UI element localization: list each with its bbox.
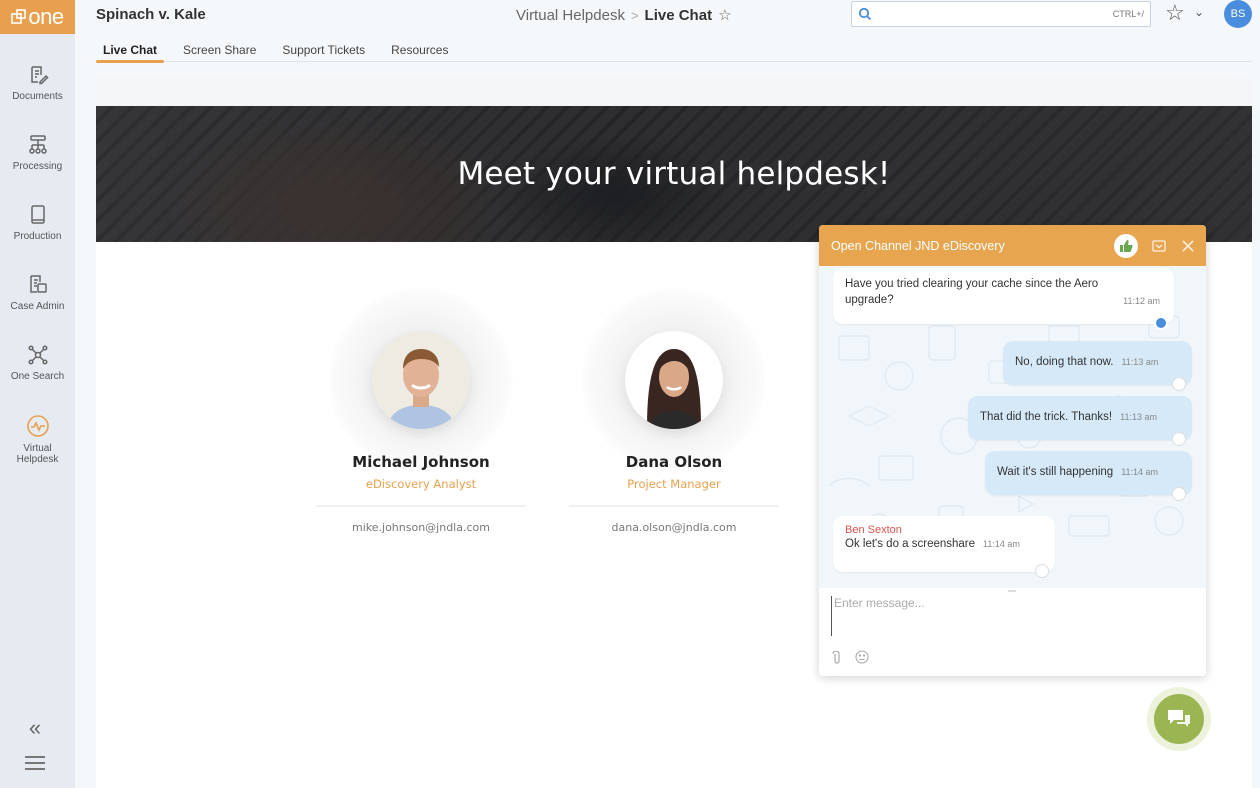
sidebar-item-virtual-helpdesk[interactable]: Virtual Helpdesk (0, 414, 75, 465)
person-name: Michael Johnson (352, 453, 490, 471)
message-text: That did the trick. Thanks! (980, 411, 1113, 423)
person-card: Michael Johnson eDiscovery Analyst mike.… (316, 288, 526, 534)
content-toolbar-spacer (96, 78, 1252, 106)
read-receipt-icon (1172, 487, 1186, 501)
sidebar-item-one-search[interactable]: One Search (0, 344, 75, 382)
emoji-icon[interactable] (855, 650, 869, 669)
avatar-halo (329, 288, 513, 472)
chat-composer (819, 588, 1206, 676)
person-photo (625, 331, 723, 429)
sidebar: one Documents Processing Production Case… (0, 0, 75, 788)
tab-resources[interactable]: Resources (384, 38, 455, 62)
chat-title: Open Channel JND eDiscovery (831, 238, 1005, 253)
search-icon (858, 7, 872, 21)
processing-tree-icon (28, 135, 47, 154)
person-role: Project Manager (627, 477, 721, 491)
search-shortcut-hint: CTRL+/ (1112, 9, 1144, 19)
message-time: 11:13 am (1121, 357, 1159, 367)
message-text: No, doing that now. (1015, 356, 1114, 368)
person-card: Dana Olson Project Manager dana.olson@jn… (569, 288, 779, 534)
chevron-right-icon: > (630, 7, 639, 23)
app-logo[interactable]: one (0, 0, 75, 34)
sidebar-item-case-admin[interactable]: Case Admin (0, 274, 75, 312)
close-icon (1182, 239, 1194, 252)
message-text: Ok let's do a screenshare (845, 538, 976, 550)
message-time: 11:13 am (1120, 412, 1157, 422)
chat-message: Have you tried clearing your cache since… (833, 268, 1174, 330)
favorite-star-icon[interactable]: ☆ (718, 6, 731, 24)
sidebar-item-label: Case Admin (10, 301, 65, 312)
open-chat-button[interactable] (1147, 687, 1211, 751)
attachment-icon[interactable] (832, 650, 842, 670)
thumbs-up-icon (1120, 239, 1133, 252)
sidebar-item-production[interactable]: Production (0, 204, 75, 242)
user-avatar[interactable]: BS (1224, 0, 1252, 28)
divider (316, 505, 526, 507)
person-photo (372, 331, 470, 429)
person-email[interactable]: dana.olson@jndla.com (569, 521, 779, 534)
chat-message: No, doing that now. 11:13 am (1003, 341, 1192, 391)
sidebar-item-label: Production (13, 231, 62, 242)
message-text: Have you tried clearing your cache since… (845, 278, 1099, 306)
thumbs-up-button[interactable] (1114, 233, 1138, 258)
favorites-star-icon[interactable]: ☆ (1165, 1, 1185, 25)
logo-icon (11, 9, 27, 24)
minimize-chat-button[interactable] (1152, 239, 1166, 252)
message-time: 11:12 am (1123, 296, 1160, 306)
sidebar-item-label: One Search (10, 371, 65, 382)
document-edit-icon (30, 66, 49, 85)
hero-title: Meet your virtual helpdesk! (457, 156, 891, 192)
chat-header: Open Channel JND eDiscovery (819, 225, 1206, 266)
sidebar-item-label: Processing (12, 161, 63, 172)
logo-text: one (28, 4, 64, 29)
sidebar-item-label: Documents (12, 91, 63, 102)
sidebar-item-processing[interactable]: Processing (0, 134, 75, 172)
read-receipt-icon (1172, 432, 1186, 446)
search-input[interactable] (878, 7, 1113, 21)
close-chat-button[interactable] (1182, 239, 1194, 252)
minimize-icon (1152, 239, 1166, 252)
avatar-halo (582, 288, 766, 472)
tab-support-tickets[interactable]: Support Tickets (275, 38, 372, 62)
case-title[interactable]: Spinach v. Kale (96, 6, 206, 23)
breadcrumb: Virtual Helpdesk > Live Chat ☆ (516, 6, 732, 25)
global-search: CTRL+/ (851, 1, 1151, 27)
message-text: Wait it's still happening (997, 466, 1114, 478)
person-email[interactable]: mike.johnson@jndla.com (316, 521, 526, 534)
double-chevron-left-icon: « (28, 715, 42, 740)
favorites-dropdown-chevron-icon[interactable]: ⌄ (1194, 5, 1204, 19)
sidebar-item-documents[interactable]: Documents (0, 64, 75, 102)
person-role: eDiscovery Analyst (365, 477, 477, 491)
breadcrumb-parent[interactable]: Virtual Helpdesk (516, 7, 625, 24)
tab-bar: Live Chat Screen Share Support Tickets R… (96, 38, 1252, 63)
breadcrumb-current: Live Chat (644, 6, 713, 24)
chat-bubbles-icon (1168, 710, 1190, 727)
collapse-sidebar-button[interactable]: « (24, 715, 46, 740)
divider (569, 505, 779, 507)
hamburger-menu-icon[interactable] (25, 756, 45, 772)
tab-screen-share[interactable]: Screen Share (176, 38, 263, 62)
pulse-icon (26, 415, 49, 437)
book-icon (30, 205, 45, 224)
message-time: 11:14 am (1121, 467, 1159, 477)
read-receipt-icon (1154, 316, 1168, 330)
chat-message: Ben Sexton Ok let's do a screenshare 11:1… (833, 516, 1055, 578)
case-admin-icon (29, 275, 47, 293)
chat-message-list[interactable]: Have you tried clearing your cache since… (819, 266, 1206, 588)
person-name: Dana Olson (625, 453, 723, 471)
read-receipt-icon (1172, 377, 1186, 391)
sidebar-item-label: Virtual Helpdesk (16, 443, 59, 465)
tab-live-chat[interactable]: Live Chat (96, 38, 165, 63)
message-input[interactable] (831, 596, 1191, 636)
message-sender: Ben Sexton (845, 524, 902, 536)
chat-message: That did the trick. Thanks! 11:13 am (968, 396, 1192, 446)
read-receipt-icon (1035, 564, 1049, 578)
network-icon (27, 345, 48, 365)
message-time: 11:14 am (983, 539, 1020, 549)
resize-grip[interactable] (1008, 590, 1016, 592)
chat-message: Wait it's still happening 11:14 am (985, 451, 1192, 501)
chat-widget: Open Channel JND eDiscovery Have you tri… (819, 225, 1206, 676)
hero-banner: Meet your virtual helpdesk! (96, 106, 1252, 242)
